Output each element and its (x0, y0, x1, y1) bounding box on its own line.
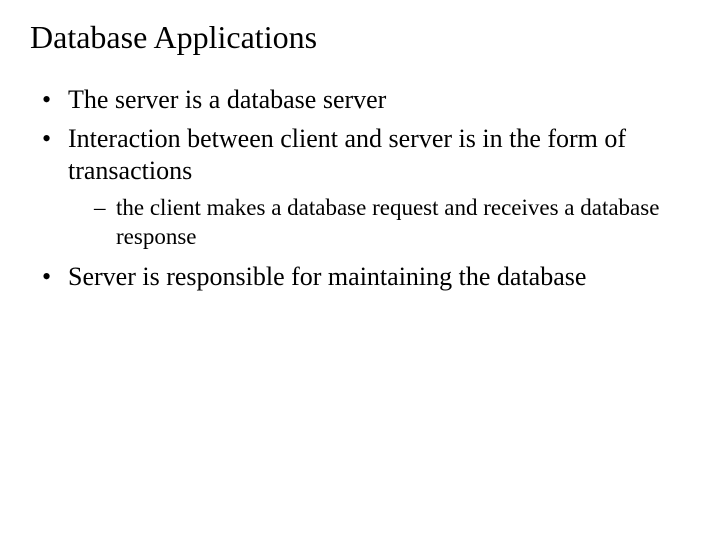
slide-title: Database Applications (30, 18, 690, 56)
slide: Database Applications The server is a da… (0, 0, 720, 294)
bullet-text: Interaction between client and server is… (68, 124, 626, 186)
bullet-list: The server is a database server Interact… (30, 84, 690, 294)
bullet-item: Server is responsible for maintaining th… (42, 261, 690, 294)
sub-bullet-text: the client makes a database request and … (116, 195, 659, 249)
bullet-item: Interaction between client and server is… (42, 123, 690, 252)
bullet-text: The server is a database server (68, 85, 386, 114)
bullet-item: The server is a database server (42, 84, 690, 117)
sub-bullet-item: the client makes a database request and … (94, 194, 690, 252)
sub-bullet-list: the client makes a database request and … (68, 194, 690, 252)
bullet-text: Server is responsible for maintaining th… (68, 262, 586, 291)
